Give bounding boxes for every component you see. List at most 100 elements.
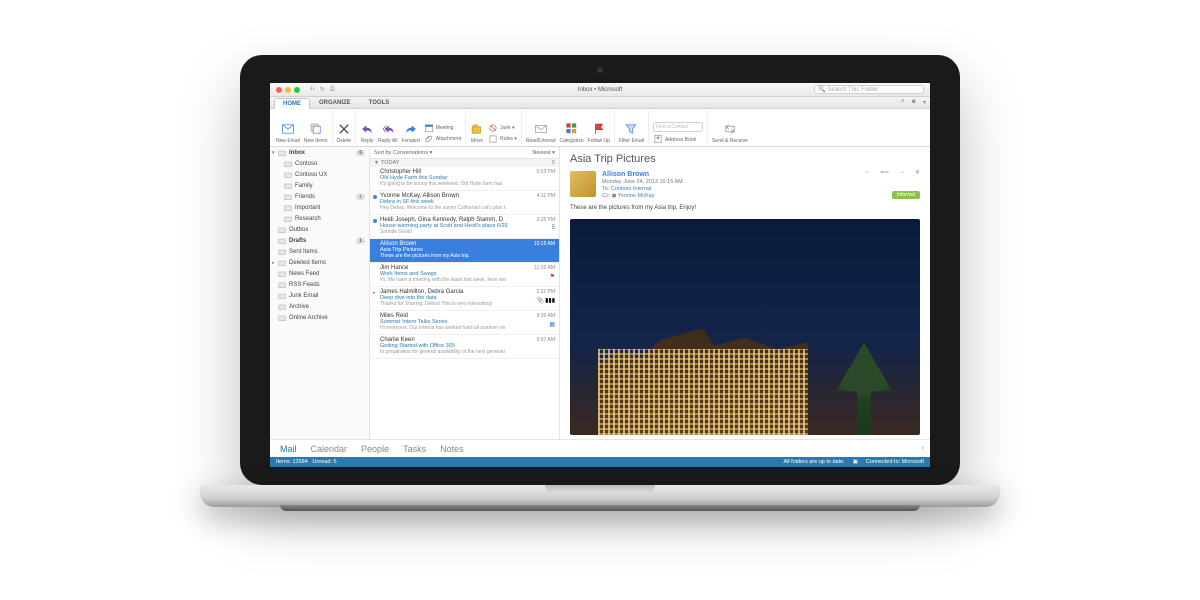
folder-friends[interactable]: Friends1 [270,191,369,202]
newest-dropdown[interactable]: Newest ▾ [532,150,555,156]
delete-button[interactable]: Delete [337,122,351,144]
folder-icon [278,303,286,311]
sort-dropdown[interactable]: Sort by Conversations ▾ [374,150,432,156]
status-bar: Items: 12684 Unread: 5 All folders are u… [270,457,930,467]
close-window-dot[interactable] [276,87,282,93]
delete-icon[interactable]: ✕ [915,169,920,176]
folder-drafts[interactable]: Drafts1 [270,235,369,246]
categorize-button[interactable]: Categorize [560,122,584,144]
thread-count: 5 [552,225,555,231]
tab-tools[interactable]: TOOLS [360,97,399,108]
move-button[interactable]: Move [470,122,484,144]
folder-icon [284,215,292,223]
message-subject: Asia Trip Pictures [560,147,930,169]
message-item[interactable]: Jim HanceWork Items and SwagsHi, We have… [370,263,559,287]
forward-icon[interactable]: → [899,169,905,176]
folder-icon [284,182,292,190]
reply-all-icon[interactable]: ⟸ [880,169,889,176]
folder-important[interactable]: Important [270,202,369,213]
reading-pane: Asia Trip Pictures Allison Brown Monday … [560,147,930,439]
search-folder-input[interactable]: 🔍 Search This Folder [814,85,924,94]
message-item[interactable]: Allison BrownAsia Trip PicturesThese are… [370,239,559,263]
status-items: Items: 12684 [276,459,308,465]
pane-collapse-icon[interactable]: ‹ [922,445,924,452]
folder-outbox[interactable]: Outbox [270,224,369,235]
folder-news-feed[interactable]: News Feed [270,268,369,279]
message-item[interactable]: Charlie KeenGetting Started with Office … [370,335,559,359]
calendar-icon: ▦ [549,321,555,328]
folder-icon [284,193,292,201]
thread-caret-icon[interactable]: ▸ [373,218,376,224]
module-tasks[interactable]: Tasks [403,444,426,454]
outlook-icon: ▣ [853,459,858,465]
folder-family[interactable]: Family [270,180,369,191]
menu-caret-icon[interactable]: ▾ [923,99,926,106]
help-icon[interactable]: ☻ [911,99,917,106]
rules-button[interactable]: Rules ▾ [488,134,517,144]
folder-contoso[interactable]: Contoso [270,158,369,169]
message-date: Monday June 24, 2013 10:15 AM [602,179,683,185]
filter-email-button[interactable]: Filter Email [619,122,644,144]
folder-archive[interactable]: Archive [270,301,369,312]
print-icon[interactable]: ⎙ [330,86,335,93]
find-contact-input[interactable]: Find a Contact [653,122,703,132]
folder-deleted-items[interactable]: ▸Deleted Items [270,257,369,268]
message-item[interactable]: Miles ReidSummer Intern Talks SeriesHi e… [370,311,559,335]
attachment-icon: 📎 [537,297,544,304]
status-uptodate: All folders are up to date. [784,459,845,465]
ribbon-collapse-icon[interactable]: ˄ [901,99,905,106]
thread-caret-icon[interactable]: ▸ [373,194,376,200]
folder-junk-email[interactable]: Junk Email [270,290,369,301]
undo-icon[interactable]: ⎌ [310,86,315,93]
module-calendar[interactable]: Calendar [311,444,348,454]
day-group-today[interactable]: ▼TODAY5 [370,159,559,167]
tab-organize[interactable]: ORGANIZE [310,97,360,108]
folder-icon [278,281,286,289]
folder-contoso-ux[interactable]: Contoso UX [270,169,369,180]
folder-icon [278,259,286,267]
folder-online-archive[interactable]: Online Archive [270,312,369,323]
reply-icon[interactable]: ← [864,169,870,176]
new-items-button[interactable]: New Items [304,122,328,144]
message-list: Sort by Conversations ▾ Newest ▾ ▼TODAY5… [370,147,560,439]
titlebar: ⎌ ↻ ⎙ Inbox • Microsoft 🔍 Search This Fo… [270,83,930,97]
reply-button[interactable]: Reply [360,122,374,144]
message-item[interactable]: Christopher HillOld Hyde Farm this Sunda… [370,167,559,191]
junk-button[interactable]: Junk ▾ [488,123,517,133]
zoom-window-dot[interactable] [294,87,300,93]
read-unread-button[interactable]: Read/Unread [526,122,556,144]
module-mail[interactable]: Mail [280,444,297,454]
category-badge[interactable]: Informal [892,191,920,199]
follow-up-button[interactable]: Follow Up [588,122,610,144]
meeting-button[interactable]: Meeting [424,123,461,133]
new-email-button[interactable]: New Email [276,122,300,144]
address-book-button[interactable]: Address Book [653,134,703,144]
folder-research[interactable]: Research [270,213,369,224]
message-item[interactable]: ▸Yvonne McKay, Allison BrownDebra in SF … [370,191,559,215]
reply-all-button[interactable]: Reply All [378,122,397,144]
minimize-window-dot[interactable] [285,87,291,93]
send-receive-button[interactable]: Send & Receive [712,122,748,144]
message-item[interactable]: ▸Heidi Joseph, Gina Kennedy, Ralph Stamm… [370,215,559,239]
module-notes[interactable]: Notes [440,444,464,454]
search-placeholder: Search This Folder [827,87,878,93]
folder-icon [284,204,292,212]
ribbon-tabs: HOMEORGANIZETOOLS ˄ ☻ ▾ [270,97,930,109]
thread-caret-icon[interactable]: ▸ [373,290,376,296]
folder-icon [284,160,292,168]
folder-sent-items[interactable]: Sent Items [270,246,369,257]
message-image [570,219,920,435]
folder-inbox[interactable]: ▾Inbox6 [270,147,369,158]
module-bar: Mail Calendar People Tasks Notes ‹ [270,439,930,457]
folder-icon [278,248,286,256]
module-people[interactable]: People [361,444,389,454]
message-item[interactable]: ▸James Halmilton, Debra GarciaDeep dive … [370,287,559,311]
ribbon: New Email New Items Delete Reply Reply A… [270,109,930,147]
sender-name: Allison Brown [602,171,683,178]
tab-home[interactable]: HOME [274,98,310,109]
folder-rss-feeds[interactable]: RSS Feeds [270,279,369,290]
redo-icon[interactable]: ↻ [320,86,325,93]
folder-icon [278,226,286,234]
forward-button[interactable]: Forward [401,122,419,144]
attachment-button[interactable]: Attachment [424,134,461,144]
